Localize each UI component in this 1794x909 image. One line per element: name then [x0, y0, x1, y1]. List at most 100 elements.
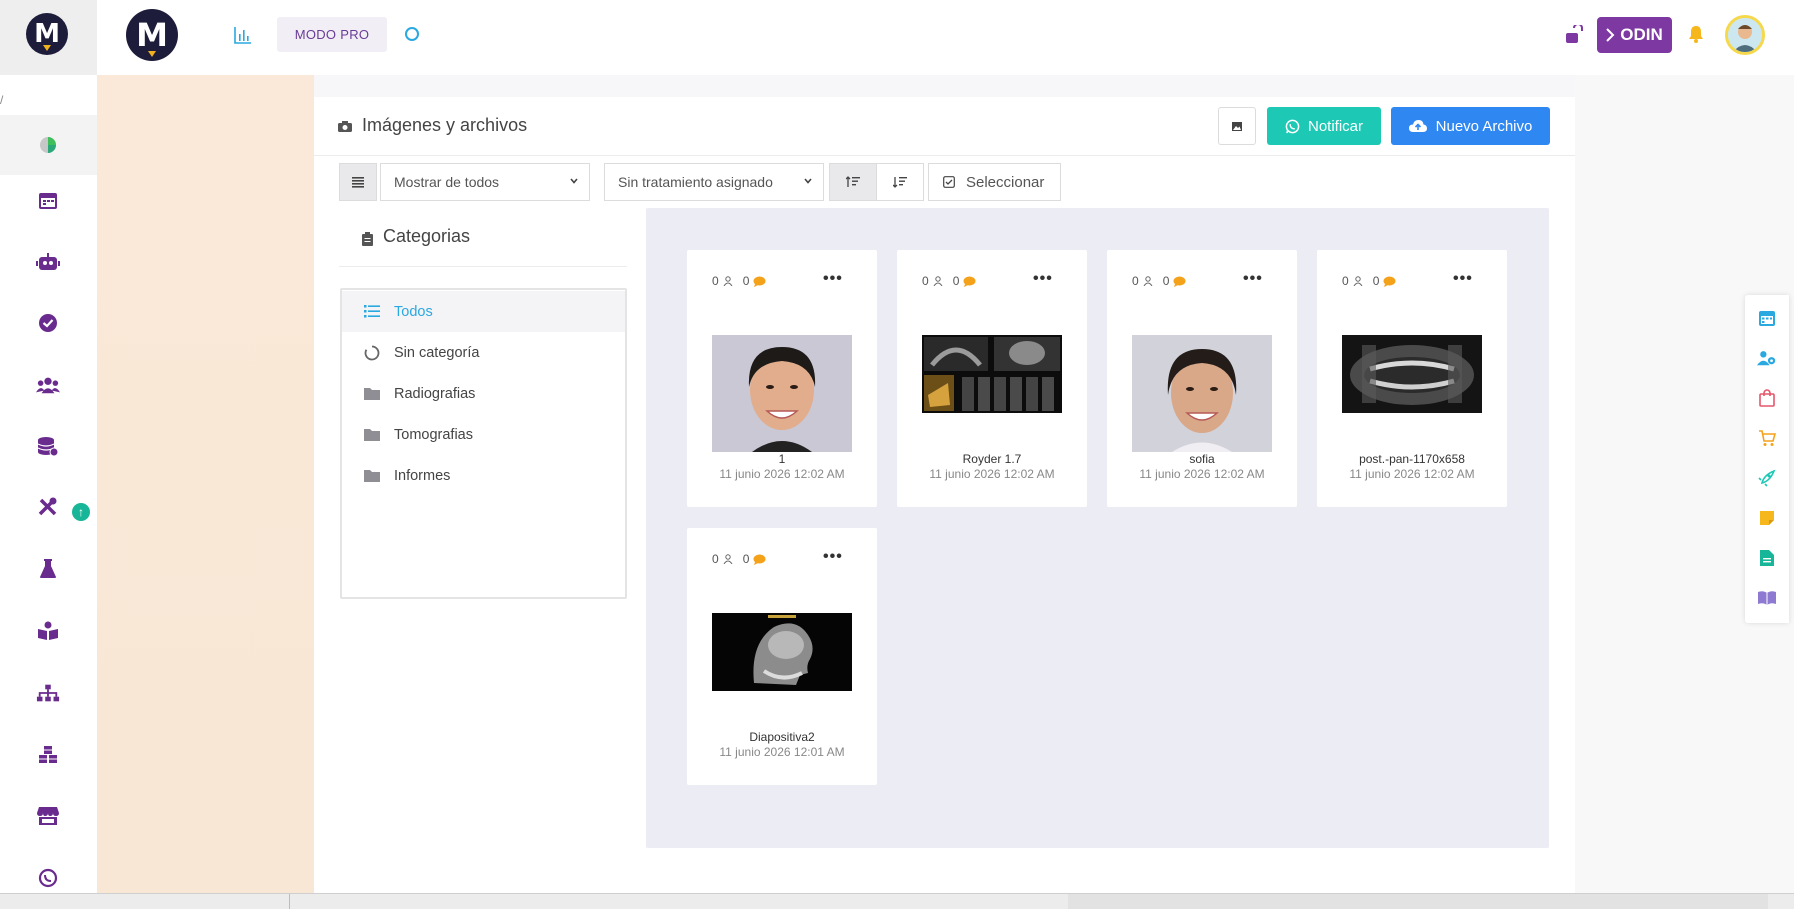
check-circle-icon[interactable] — [36, 311, 60, 335]
list-icon — [352, 176, 364, 188]
file-card[interactable]: 0 0 ••• sofia 11 junio 2026 12:02 AM — [1107, 250, 1297, 507]
user-avatar[interactable] — [1725, 15, 1765, 55]
bar-chart-icon[interactable] — [234, 26, 252, 44]
sort-amount-down-icon — [893, 177, 907, 188]
file-counts: 0 0 — [712, 552, 766, 566]
file-date: 11 junio 2026 12:02 AM — [1139, 467, 1265, 481]
calendar-icon[interactable] — [1757, 308, 1777, 328]
file-thumbnail[interactable] — [1342, 335, 1482, 413]
search-icon[interactable] — [405, 27, 419, 41]
notify-button[interactable]: Notificar — [1267, 107, 1381, 145]
file-menu-button[interactable]: ••• — [1243, 270, 1263, 288]
new-file-button[interactable]: Nuevo Archivo — [1391, 107, 1550, 145]
scroll-segment — [1068, 894, 1768, 909]
chevron-right-icon — [1606, 28, 1615, 42]
users-icon[interactable] — [36, 373, 60, 397]
category-item-tomografias[interactable]: Tomografias — [342, 414, 625, 455]
book-reader-icon[interactable] — [36, 619, 60, 643]
flask-icon[interactable] — [36, 557, 60, 581]
categories-list: Todos Sin categoría Radiografias Tomogra… — [340, 288, 627, 599]
file-card[interactable]: 0 0 ••• 1 11 junio 2026 12:02 AM — [687, 250, 877, 507]
whatsapp-icon[interactable] — [36, 866, 60, 890]
modo-pro-button[interactable]: MODO PRO — [277, 17, 387, 52]
upload-badge-icon[interactable]: ↑ — [72, 503, 90, 521]
cloud-upload-icon — [1408, 120, 1427, 132]
bell-icon[interactable] — [1687, 24, 1705, 44]
filter-treatment-select[interactable]: Sin tratamiento asignado — [604, 163, 824, 201]
sitemap-icon[interactable] — [36, 681, 60, 705]
file-name[interactable]: Royder 1.7 — [897, 452, 1087, 466]
folder-icon — [364, 388, 380, 400]
users-cog-icon[interactable] — [1757, 348, 1777, 368]
database-icon[interactable] — [36, 434, 60, 458]
sort-asc-button[interactable] — [829, 163, 877, 201]
circle-notch-icon — [364, 345, 380, 360]
app-logo-small[interactable]: M — [26, 13, 68, 55]
folder-icon — [364, 470, 380, 482]
list-icon — [364, 305, 380, 318]
category-item-radiografias[interactable]: Radiografias — [342, 373, 625, 414]
file-menu-button[interactable]: ••• — [823, 270, 843, 288]
category-item-informes[interactable]: Informes — [342, 455, 625, 496]
file-counts: 0 0 — [712, 274, 766, 288]
file-thumbnail[interactable] — [712, 335, 852, 452]
file-menu-button[interactable]: ••• — [1033, 270, 1053, 288]
card-top-pad — [314, 75, 1575, 97]
file-name[interactable]: sofia — [1107, 452, 1297, 466]
app-logo[interactable]: M — [126, 9, 178, 61]
camera-icon — [338, 120, 352, 132]
chevron-down-icon — [570, 178, 578, 184]
comment-icon — [1173, 276, 1186, 287]
user-icon — [723, 554, 733, 564]
file-thumbnail[interactable] — [1132, 335, 1272, 452]
file-card[interactable]: 0 0 ••• Diapositiva2 11 junio 2026 12:01… — [687, 528, 877, 785]
unlock-icon[interactable] — [1565, 25, 1583, 45]
file-name[interactable]: Diapositiva2 — [687, 730, 877, 744]
sticky-note-icon[interactable] — [1757, 508, 1777, 528]
top-bar: M M MODO PRO ODIN — [0, 0, 1794, 75]
category-item-todos[interactable]: Todos — [342, 291, 625, 332]
folder-icon — [364, 429, 380, 441]
file-menu-button[interactable]: ••• — [823, 548, 843, 566]
file-thumbnail[interactable] — [922, 335, 1062, 413]
comment-icon — [963, 276, 976, 287]
file-name[interactable]: 1 — [687, 452, 877, 466]
file-card[interactable]: 0 0 ••• Royder 1.7 11 junio 2026 12:02 A… — [897, 250, 1087, 507]
file-name[interactable]: post.-pan-1170x658 — [1317, 452, 1507, 466]
image-icon — [1232, 121, 1242, 131]
comment-icon — [1383, 276, 1396, 287]
filter-show-select[interactable]: Mostrar de todos — [380, 163, 590, 201]
scroll-segment — [0, 894, 290, 909]
sort-desc-button[interactable] — [876, 163, 924, 201]
tools-icon[interactable] — [36, 495, 60, 519]
pie-chart-icon[interactable] — [36, 133, 60, 157]
file-date: 11 junio 2026 12:01 AM — [719, 745, 845, 759]
file-counts: 0 0 — [922, 274, 976, 288]
check-square-icon — [943, 176, 955, 188]
store-icon[interactable] — [36, 804, 60, 828]
select-button[interactable]: Seleccionar — [928, 163, 1061, 201]
file-icon[interactable] — [1757, 548, 1777, 568]
card-header: Imágenes y archivos — [338, 115, 527, 136]
whatsapp-icon — [1285, 119, 1300, 133]
rocket-icon[interactable] — [1757, 468, 1777, 488]
bottom-scroll-strip[interactable] — [0, 893, 1794, 909]
user-icon — [933, 276, 943, 286]
file-gallery: 0 0 ••• 1 11 junio 2026 12:02 AM 0 0 •••… — [646, 208, 1549, 848]
user-icon — [723, 276, 733, 286]
file-thumbnail[interactable] — [712, 613, 852, 691]
cubes-icon[interactable] — [36, 743, 60, 767]
odin-button[interactable]: ODIN — [1597, 17, 1672, 53]
list-view-toggle[interactable] — [339, 163, 377, 201]
gallery-view-button[interactable] — [1218, 107, 1256, 145]
header-divider — [314, 155, 1575, 156]
category-item-sin-categoria[interactable]: Sin categoría — [342, 332, 625, 373]
file-card[interactable]: 0 0 ••• post.-pan-1170x658 11 junio 2026 — [1317, 250, 1507, 507]
file-menu-button[interactable]: ••• — [1453, 270, 1473, 288]
right-quick-bar — [1745, 295, 1789, 623]
cart-icon[interactable] — [1757, 428, 1777, 448]
bag-icon[interactable] — [1757, 388, 1777, 408]
calendar-icon[interactable] — [36, 188, 60, 212]
robot-icon[interactable] — [36, 250, 60, 274]
book-open-icon[interactable] — [1757, 588, 1777, 608]
